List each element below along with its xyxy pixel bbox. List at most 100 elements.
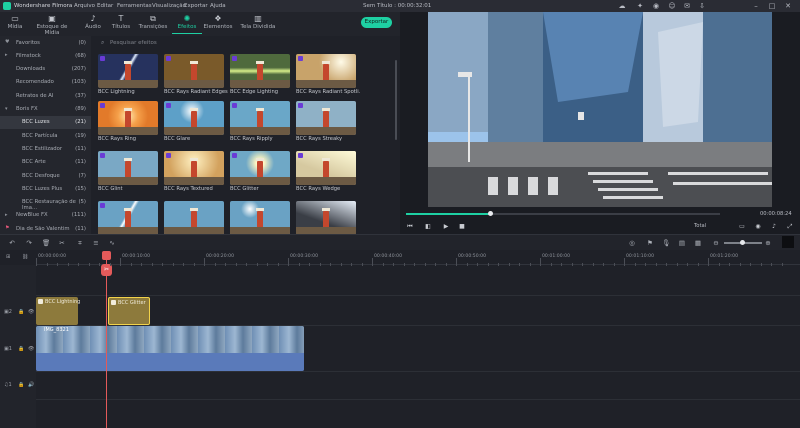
zoom-out-icon[interactable]: ⊖ <box>712 239 720 247</box>
effect-thumbnail[interactable] <box>98 151 158 185</box>
undo-icon[interactable]: ↶ <box>8 239 16 247</box>
fullscreen-icon[interactable]: ⤢ <box>786 223 794 231</box>
fx-clip[interactable]: BCC Lightning <box>36 297 80 325</box>
redo-icon[interactable]: ↷ <box>25 239 33 247</box>
playhead-handle[interactable] <box>102 251 111 260</box>
mic-icon[interactable]: 🎙 <box>662 239 670 247</box>
menu-editar[interactable]: Editar <box>97 3 113 9</box>
premium-badge-icon <box>100 153 105 158</box>
adjust-icon[interactable]: ≡ <box>92 239 100 247</box>
tab-audio[interactable]: ♪ Áudio <box>78 14 108 34</box>
render-icon[interactable]: ▭ <box>738 223 746 230</box>
marker-icon[interactable]: ⚑ <box>646 239 654 247</box>
delete-icon[interactable]: 🗑 <box>42 239 50 247</box>
effect-thumbnail[interactable] <box>296 54 356 88</box>
effect-thumbnail[interactable] <box>296 201 356 234</box>
stop-icon[interactable]: ■ <box>458 223 466 230</box>
video-clip[interactable]: IMG_8321 <box>36 326 304 371</box>
panel-toggle-icon[interactable] <box>782 236 794 248</box>
volume-icon[interactable]: ♪ <box>770 223 778 230</box>
effect-thumbnail[interactable] <box>164 151 224 185</box>
timeline-playhead[interactable] <box>106 251 107 428</box>
snapshot-icon[interactable]: ◉ <box>754 223 762 230</box>
category-item[interactable]: Retratos de AI (37) <box>0 89 91 102</box>
tab-efeitos[interactable]: ✺ Efeitos <box>172 14 202 34</box>
category-item[interactable]: BCC Desfoque (7) <box>0 169 91 182</box>
effect-thumbnail[interactable] <box>230 151 290 185</box>
effect-thumbnail[interactable] <box>230 201 290 234</box>
tab-elementos[interactable]: ❖ Elementos <box>202 14 234 34</box>
eye-icon[interactable]: 👁 <box>28 309 34 315</box>
preview-video <box>428 12 772 207</box>
tab-estoque-de-midia[interactable]: ▣ Estoque de Mídia <box>30 14 74 36</box>
cut-icon[interactable]: ✂ <box>58 239 66 247</box>
menu-exportar[interactable]: Exportar <box>184 3 208 9</box>
effect-thumbnail[interactable] <box>164 101 224 135</box>
minimize-icon[interactable]: – <box>752 2 760 10</box>
step-back-icon[interactable]: ◧ <box>424 223 432 230</box>
effect-thumbnail[interactable] <box>164 201 224 234</box>
tab-midia[interactable]: ▭ Mídia <box>0 14 30 34</box>
effect-thumbnail[interactable] <box>98 201 158 234</box>
category-item[interactable]: ▸ Filmstock (68) <box>0 49 91 62</box>
effect-thumbnail[interactable] <box>296 101 356 135</box>
effect-thumbnail[interactable] <box>296 151 356 185</box>
export-button[interactable]: Exportar <box>361 17 392 28</box>
category-item[interactable]: ▸ NewBlue FX (111) <box>0 209 91 222</box>
tab-tela-dividida[interactable]: ▥ Tela Dividida <box>240 14 276 34</box>
upgrade-icon[interactable]: ◉ <box>652 2 660 10</box>
tab-titulos[interactable]: T Títulos <box>106 14 136 34</box>
add-track-icon[interactable]: ⊞ <box>6 254 10 260</box>
category-item[interactable]: ♥ Favoritos (0) <box>0 36 91 49</box>
lock-icon[interactable]: 🔒 <box>18 382 24 388</box>
lightbulb-icon[interactable]: ✦ <box>636 2 644 10</box>
fx-clip[interactable]: BCC Glitter <box>108 297 150 325</box>
category-item[interactable]: BCC Restauração de Ima... (5) <box>0 196 91 211</box>
category-item[interactable]: Recomendado (103) <box>0 76 91 89</box>
effect-thumbnail[interactable] <box>230 54 290 88</box>
menu-ajuda[interactable]: Ajuda <box>210 3 226 9</box>
ruler-tick <box>771 263 772 266</box>
maximize-icon[interactable]: □ <box>768 2 776 10</box>
lock-icon[interactable]: 🔒 <box>18 346 24 352</box>
category-item[interactable]: ▾ Boris FX (89) <box>0 103 91 116</box>
search-input[interactable]: ⌕ Pesquisar efeitos <box>101 38 301 48</box>
lighthouse-icon <box>190 108 198 128</box>
category-item[interactable]: BCC Arte (11) <box>0 156 91 169</box>
effect-thumbnail[interactable] <box>230 101 290 135</box>
zoom-in-icon[interactable]: ⊕ <box>764 239 772 247</box>
category-item[interactable]: BCC Luzes Plus (15) <box>0 182 91 195</box>
menu-ferramentas[interactable]: Ferramentas <box>117 3 152 9</box>
category-item[interactable]: BCC Luzes (21) <box>0 115 91 130</box>
audio-wave-icon[interactable]: ∿ <box>108 239 116 247</box>
quality-select[interactable]: Total <box>694 223 706 229</box>
lock-icon[interactable]: 🔒 <box>18 309 24 315</box>
link-icon[interactable]: ⛓ <box>22 254 28 260</box>
crop-icon[interactable]: ⌗ <box>76 239 84 248</box>
account-icon[interactable]: ☺ <box>668 2 676 10</box>
cloud-icon[interactable]: ☁ <box>618 2 626 10</box>
preview-scrubber-handle[interactable] <box>488 211 493 216</box>
download-icon[interactable]: ⇩ <box>698 2 706 10</box>
play-icon[interactable]: ▶ <box>442 223 450 230</box>
category-item[interactable]: BCC Estilizador (11) <box>0 142 91 155</box>
close-icon[interactable]: ✕ <box>784 2 792 10</box>
effect-thumbnail[interactable] <box>164 54 224 88</box>
tab-transicoes[interactable]: ⧉ Transições <box>136 14 170 34</box>
effect-thumbnail[interactable] <box>98 101 158 135</box>
menu-arquivo[interactable]: Arquivo <box>74 3 95 9</box>
menu-visualizacao[interactable]: Visualização <box>152 3 186 9</box>
skip-back-icon[interactable]: ⏮ <box>406 223 414 231</box>
zoom-slider-handle[interactable] <box>740 240 745 245</box>
mixer-icon[interactable]: ▤ <box>678 239 686 247</box>
eye-icon[interactable]: 👁 <box>28 346 34 352</box>
category-item[interactable]: BCC Partícula (19) <box>0 129 91 142</box>
effect-thumbnail[interactable] <box>98 54 158 88</box>
ruler-tick <box>298 263 300 266</box>
render-preview-icon[interactable]: ◎ <box>628 239 636 247</box>
category-item[interactable]: Downloads (207) <box>0 63 91 76</box>
mail-icon[interactable]: ✉ <box>683 2 691 10</box>
grid-view-icon[interactable]: ▦ <box>694 239 702 247</box>
speaker-icon[interactable]: 🔊 <box>28 382 34 388</box>
effects-scrollbar[interactable] <box>395 60 397 140</box>
